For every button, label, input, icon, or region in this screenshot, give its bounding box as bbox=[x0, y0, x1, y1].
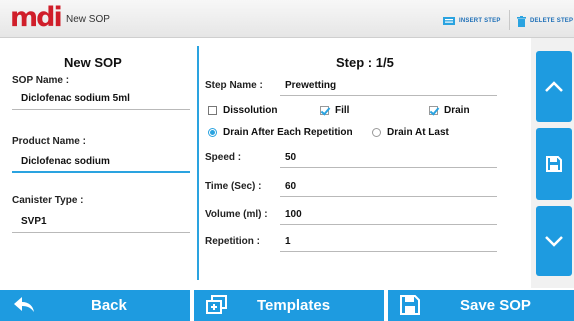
fill-label: Fill bbox=[335, 105, 350, 116]
volume-field[interactable]: 100 bbox=[280, 205, 497, 225]
drain-at-last-radio-dot bbox=[372, 128, 381, 137]
panel-divider bbox=[197, 46, 199, 280]
product-name-label: Product Name : bbox=[12, 136, 86, 147]
templates-label: Templates bbox=[257, 297, 331, 314]
drain-label: Drain bbox=[444, 105, 470, 116]
time-field[interactable]: 60 bbox=[280, 177, 497, 197]
dissolution-checkbox[interactable]: Dissolution bbox=[208, 105, 277, 116]
step-name-field[interactable]: Prewetting bbox=[280, 76, 497, 96]
step-name-label: Step Name : bbox=[205, 80, 263, 91]
back-button[interactable]: Back bbox=[0, 290, 190, 321]
sop-panel-title: New SOP bbox=[64, 55, 122, 70]
repetition-field[interactable]: 1 bbox=[280, 232, 497, 252]
fill-check-box bbox=[320, 106, 329, 115]
product-name-field[interactable]: Diclofenac sodium bbox=[12, 151, 190, 173]
insert-step-label: INSERT STEP bbox=[459, 18, 501, 24]
time-value: 60 bbox=[285, 181, 297, 192]
speed-label: Speed : bbox=[205, 152, 242, 163]
drain-after-each-label: Drain After Each Repetition bbox=[223, 127, 353, 138]
time-label: Time (Sec) : bbox=[205, 181, 262, 192]
save-sop-button[interactable]: Save SOP bbox=[388, 290, 574, 321]
floppy-disk-icon bbox=[546, 156, 562, 172]
volume-value: 100 bbox=[285, 209, 302, 220]
app-logo: mdi bbox=[10, 2, 63, 33]
repetition-label: Repetition : bbox=[205, 236, 260, 247]
drain-checkbox[interactable]: Drain bbox=[429, 105, 470, 116]
back-arrow-icon bbox=[14, 297, 34, 312]
floppy-disk-icon bbox=[400, 295, 420, 315]
chevron-down-icon bbox=[545, 236, 563, 247]
templates-icon bbox=[206, 295, 227, 314]
drain-after-each-radio[interactable]: Drain After Each Repetition bbox=[208, 127, 353, 138]
previous-step-button[interactable] bbox=[536, 51, 572, 122]
canister-type-select[interactable]: SVP1 bbox=[12, 211, 190, 233]
save-sop-label: Save SOP bbox=[460, 297, 531, 314]
drain-after-each-radio-dot bbox=[208, 128, 217, 137]
header-bar: mdi New SOP INSERT STEP DELETE STEP bbox=[0, 0, 574, 38]
product-name-value: Diclofenac sodium bbox=[21, 156, 110, 167]
save-step-button[interactable] bbox=[536, 128, 572, 200]
drain-check-box bbox=[429, 106, 438, 115]
templates-button[interactable]: Templates bbox=[194, 290, 384, 321]
canister-type-label: Canister Type : bbox=[12, 195, 84, 206]
delete-step-label: DELETE STEP bbox=[530, 18, 574, 24]
insert-step-icon bbox=[443, 17, 455, 25]
fill-checkbox[interactable]: Fill bbox=[320, 105, 349, 116]
repetition-value: 1 bbox=[285, 236, 291, 247]
back-label: Back bbox=[91, 297, 127, 314]
chevron-up-icon bbox=[545, 80, 563, 92]
header-separator bbox=[509, 10, 510, 30]
sop-name-value: Diclofenac sodium 5ml bbox=[21, 93, 130, 104]
speed-value: 50 bbox=[285, 152, 297, 163]
insert-step-button[interactable]: INSERT STEP bbox=[443, 14, 501, 28]
delete-step-button[interactable]: DELETE STEP bbox=[517, 14, 573, 28]
drain-at-last-radio[interactable]: Drain At Last bbox=[372, 127, 449, 138]
trash-icon bbox=[517, 15, 526, 27]
volume-label: Volume (ml) : bbox=[205, 209, 268, 220]
sop-name-label: SOP Name : bbox=[12, 75, 70, 86]
dissolution-check-box bbox=[208, 106, 217, 115]
drain-at-last-label: Drain At Last bbox=[387, 127, 449, 138]
window-title: New SOP bbox=[66, 14, 110, 25]
next-step-button[interactable] bbox=[536, 206, 572, 276]
sop-name-field[interactable]: Diclofenac sodium 5ml bbox=[12, 88, 190, 110]
step-panel: Step : 1/5 Step Name : Prewetting Dissol… bbox=[200, 38, 530, 288]
speed-field[interactable]: 50 bbox=[280, 148, 497, 168]
step-title: Step : 1/5 bbox=[336, 55, 394, 70]
step-name-value: Prewetting bbox=[285, 80, 337, 91]
dissolution-label: Dissolution bbox=[223, 105, 278, 116]
canister-type-value: SVP1 bbox=[21, 216, 47, 227]
sop-details-panel: New SOP SOP Name : Diclofenac sodium 5ml… bbox=[0, 38, 197, 288]
